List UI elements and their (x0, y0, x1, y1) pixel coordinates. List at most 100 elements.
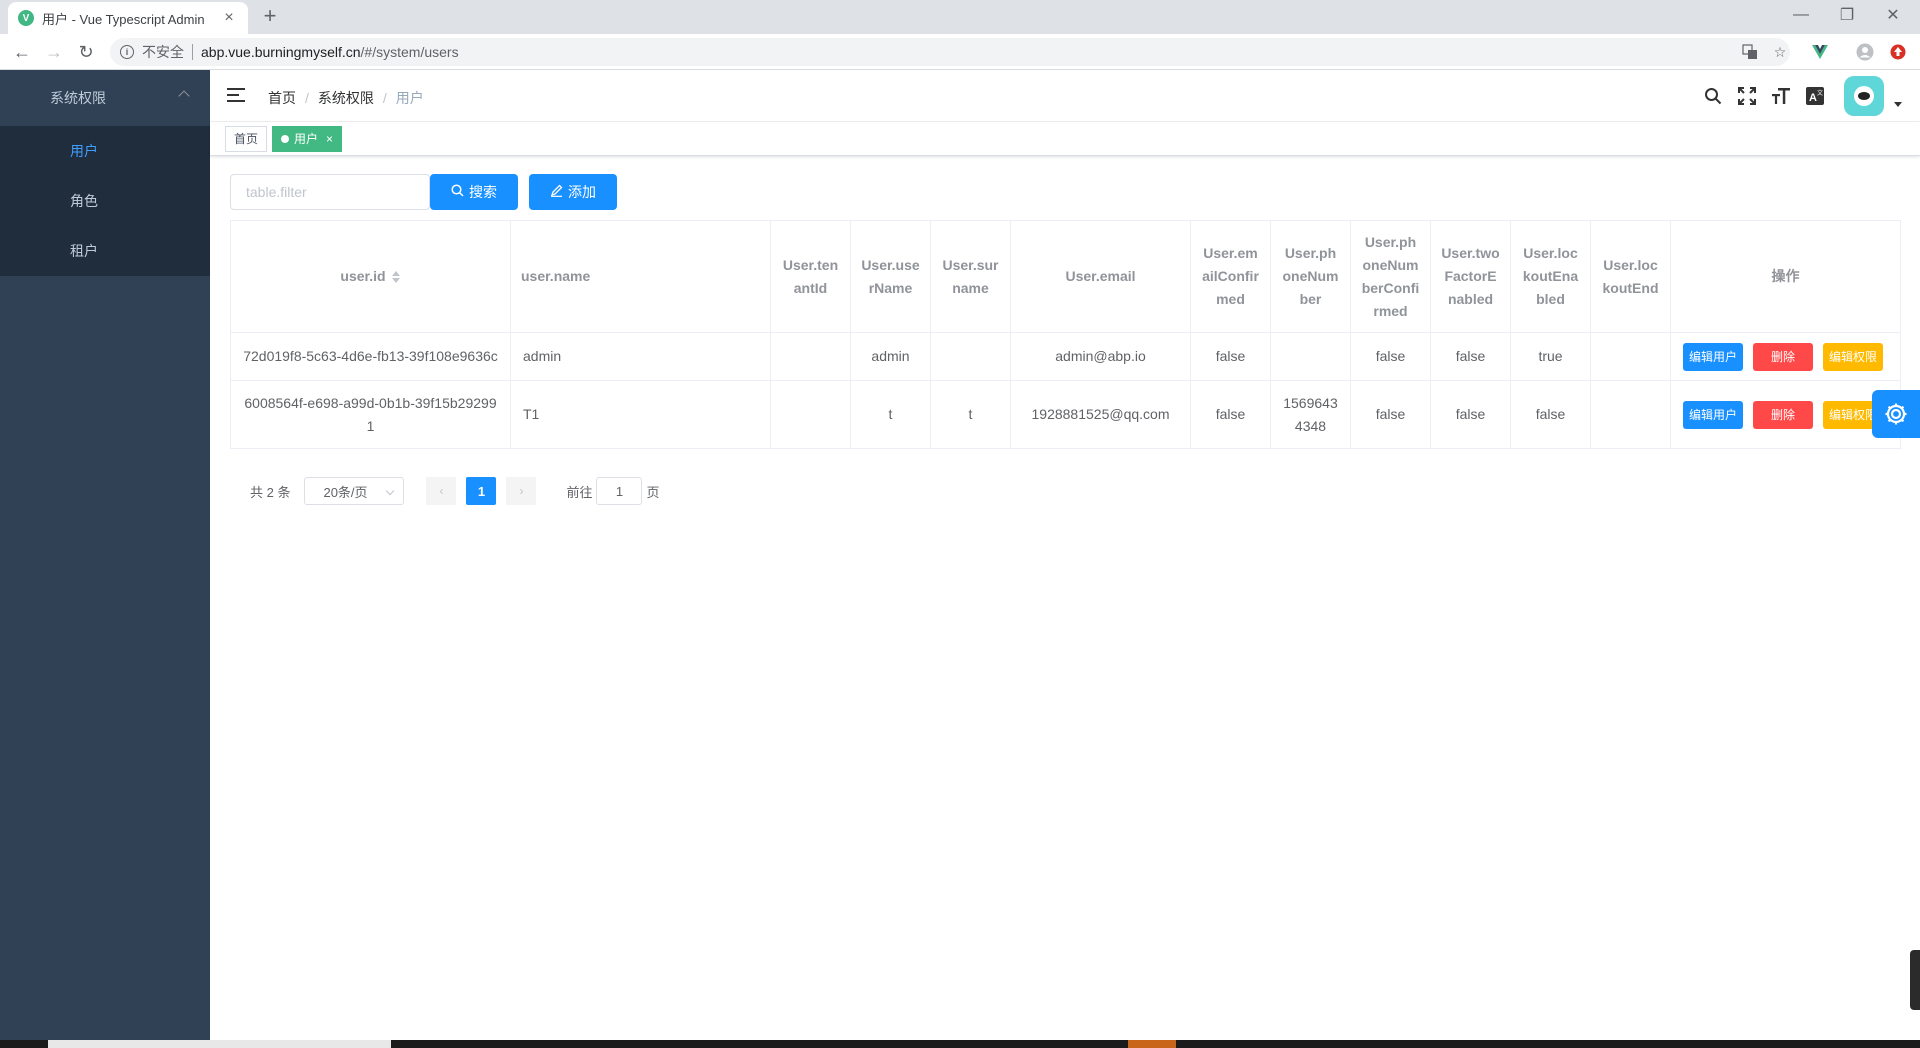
page-number-1[interactable]: 1 (466, 477, 497, 505)
cell-username: t (850, 380, 931, 449)
content: 搜索 添加 user.id user.name User.tenantId Us… (230, 174, 1901, 505)
cell-phone-confirmed: false (1350, 332, 1431, 381)
breadcrumb-separator: / (382, 90, 387, 106)
vue-favicon-icon: V (18, 10, 34, 26)
star-icon[interactable]: ☆ (1770, 42, 1790, 62)
language-icon[interactable]: A文 (1798, 79, 1832, 113)
table-row: 72d019f8-5c63-4d6e-fb13-39f108e9636c adm… (230, 332, 1901, 381)
sidebar-item-users[interactable]: 用户 (0, 126, 210, 176)
breadcrumb-item-system[interactable]: 系统权限 (318, 88, 374, 108)
cell-lockout-enabled: true (1510, 332, 1591, 381)
forward-icon[interactable]: → (42, 40, 66, 64)
navbar: 首页 / 系统权限 / 用户 A文 (210, 70, 1920, 122)
page-jumper: 前往 页 (566, 477, 660, 505)
main-area: 首页 / 系统权限 / 用户 A文 首页 用户 × table.filter 搜… (210, 70, 1920, 1040)
sidebar: 系统权限 用户 角色 租户 (0, 70, 210, 1040)
edit-icon (550, 184, 563, 200)
security-label[interactable]: 不安全 (142, 42, 184, 62)
translate-icon[interactable] (1740, 42, 1760, 62)
next-page-button[interactable]: › (506, 477, 537, 505)
cell-lockout-enabled: false (1510, 380, 1591, 449)
browser-tab[interactable]: V 用户 - Vue Typescript Admin × (8, 2, 248, 34)
cell-lockout-end (1590, 332, 1671, 381)
sort-icon[interactable] (391, 270, 401, 284)
tab-close-icon[interactable]: × (220, 9, 238, 27)
info-icon[interactable]: i (120, 45, 134, 59)
sidebar-item-label: 租户 (70, 243, 98, 259)
cell-email-confirmed: false (1190, 332, 1271, 381)
breadcrumb-item-users: 用户 (395, 90, 424, 106)
taskbar-item[interactable] (48, 1040, 391, 1048)
update-icon[interactable] (1888, 42, 1908, 62)
fullscreen-icon[interactable] (1730, 79, 1764, 113)
goto-prefix: 前往 (566, 484, 593, 500)
side-widget[interactable] (1910, 950, 1920, 1010)
goto-page-input[interactable] (596, 477, 643, 505)
sidebar-group-label: 系统权限 (50, 90, 106, 106)
svg-text:文: 文 (1817, 89, 1823, 97)
delete-button[interactable]: 删除 (1753, 400, 1813, 429)
prev-page-button[interactable]: ‹ (426, 477, 457, 505)
minimize-icon[interactable]: — (1778, 0, 1824, 30)
cell-user-name: admin (510, 332, 771, 381)
col-header-user-id[interactable]: user.id (230, 220, 511, 333)
window-close-icon[interactable]: ✕ (1870, 0, 1916, 30)
avatar-image-icon (1854, 86, 1874, 106)
settings-gear-button[interactable] (1872, 390, 1920, 438)
search-button-label: 搜索 (469, 184, 497, 200)
sidebar-item-tenants[interactable]: 租户 (0, 226, 210, 276)
goto-suffix: 页 (646, 484, 660, 500)
tag-close-icon[interactable]: × (326, 127, 333, 151)
hamburger-icon[interactable] (227, 88, 245, 104)
back-icon[interactable]: ← (10, 40, 34, 64)
sidebar-submenu: 用户 角色 租户 (0, 126, 210, 276)
page-size-value: 20条/页 (323, 484, 368, 500)
add-button[interactable]: 添加 (529, 174, 617, 210)
avatar[interactable] (1844, 76, 1884, 116)
delete-button[interactable]: 删除 (1753, 342, 1813, 371)
chevron-down-icon (386, 486, 395, 496)
cell-surname (930, 332, 1011, 381)
edit-user-button[interactable]: 编辑用户 (1683, 342, 1743, 371)
new-tab-icon[interactable]: + (258, 4, 282, 28)
filter-input[interactable] (230, 174, 430, 210)
url-host: abp.vue.burningmyself.cn (201, 44, 361, 60)
caret-down-icon[interactable] (1894, 101, 1902, 107)
url-path: /#/system/users (360, 44, 459, 60)
reload-icon[interactable]: ↻ (74, 40, 98, 64)
cell-phone-number (1270, 332, 1351, 381)
vue-devtools-icon[interactable] (1810, 42, 1830, 62)
header-label: user.id (340, 268, 386, 284)
col-header-two-factor: User.twoFactorEnabled (1430, 220, 1511, 333)
gear-icon (1885, 403, 1907, 425)
filter-bar: 搜索 添加 (230, 174, 1900, 210)
font-size-icon[interactable] (1764, 79, 1798, 113)
cell-surname: t (930, 380, 1011, 449)
taskbar (0, 1040, 1920, 1048)
chevron-up-icon (178, 90, 190, 102)
profile-icon[interactable] (1855, 42, 1875, 62)
tag-users[interactable]: 用户 × (272, 126, 343, 152)
sidebar-item-roles[interactable]: 角色 (0, 176, 210, 226)
url-input[interactable]: i 不安全 abp.vue.burningmyself.cn /#/system… (110, 38, 1790, 66)
browser-tab-bar: V 用户 - Vue Typescript Admin × + — ❐ ✕ (0, 0, 1920, 34)
sidebar-item-label: 角色 (70, 193, 98, 209)
search-icon (451, 184, 464, 200)
edit-permissions-button[interactable]: 编辑权限 (1823, 342, 1883, 371)
right-tools: A文 (1696, 76, 1902, 116)
tag-label: 用户 (294, 132, 319, 146)
breadcrumb: 首页 / 系统权限 / 用户 (268, 88, 424, 108)
restore-icon[interactable]: ❐ (1824, 0, 1870, 30)
breadcrumb-separator: / (305, 90, 309, 106)
sidebar-group-system-permissions[interactable]: 系统权限 (0, 70, 210, 126)
edit-user-button[interactable]: 编辑用户 (1683, 400, 1743, 429)
tag-home[interactable]: 首页 (225, 126, 268, 152)
taskbar-item[interactable] (1128, 1040, 1176, 1048)
cell-tenant-id (770, 332, 851, 381)
cell-email: 1928881525@qq.com (1010, 380, 1191, 449)
breadcrumb-item-home[interactable]: 首页 (268, 88, 296, 108)
cell-phone-confirmed: false (1350, 380, 1431, 449)
search-button[interactable]: 搜索 (430, 174, 518, 210)
search-icon[interactable] (1696, 79, 1730, 113)
page-size-select[interactable]: 20条/页 (304, 477, 405, 505)
